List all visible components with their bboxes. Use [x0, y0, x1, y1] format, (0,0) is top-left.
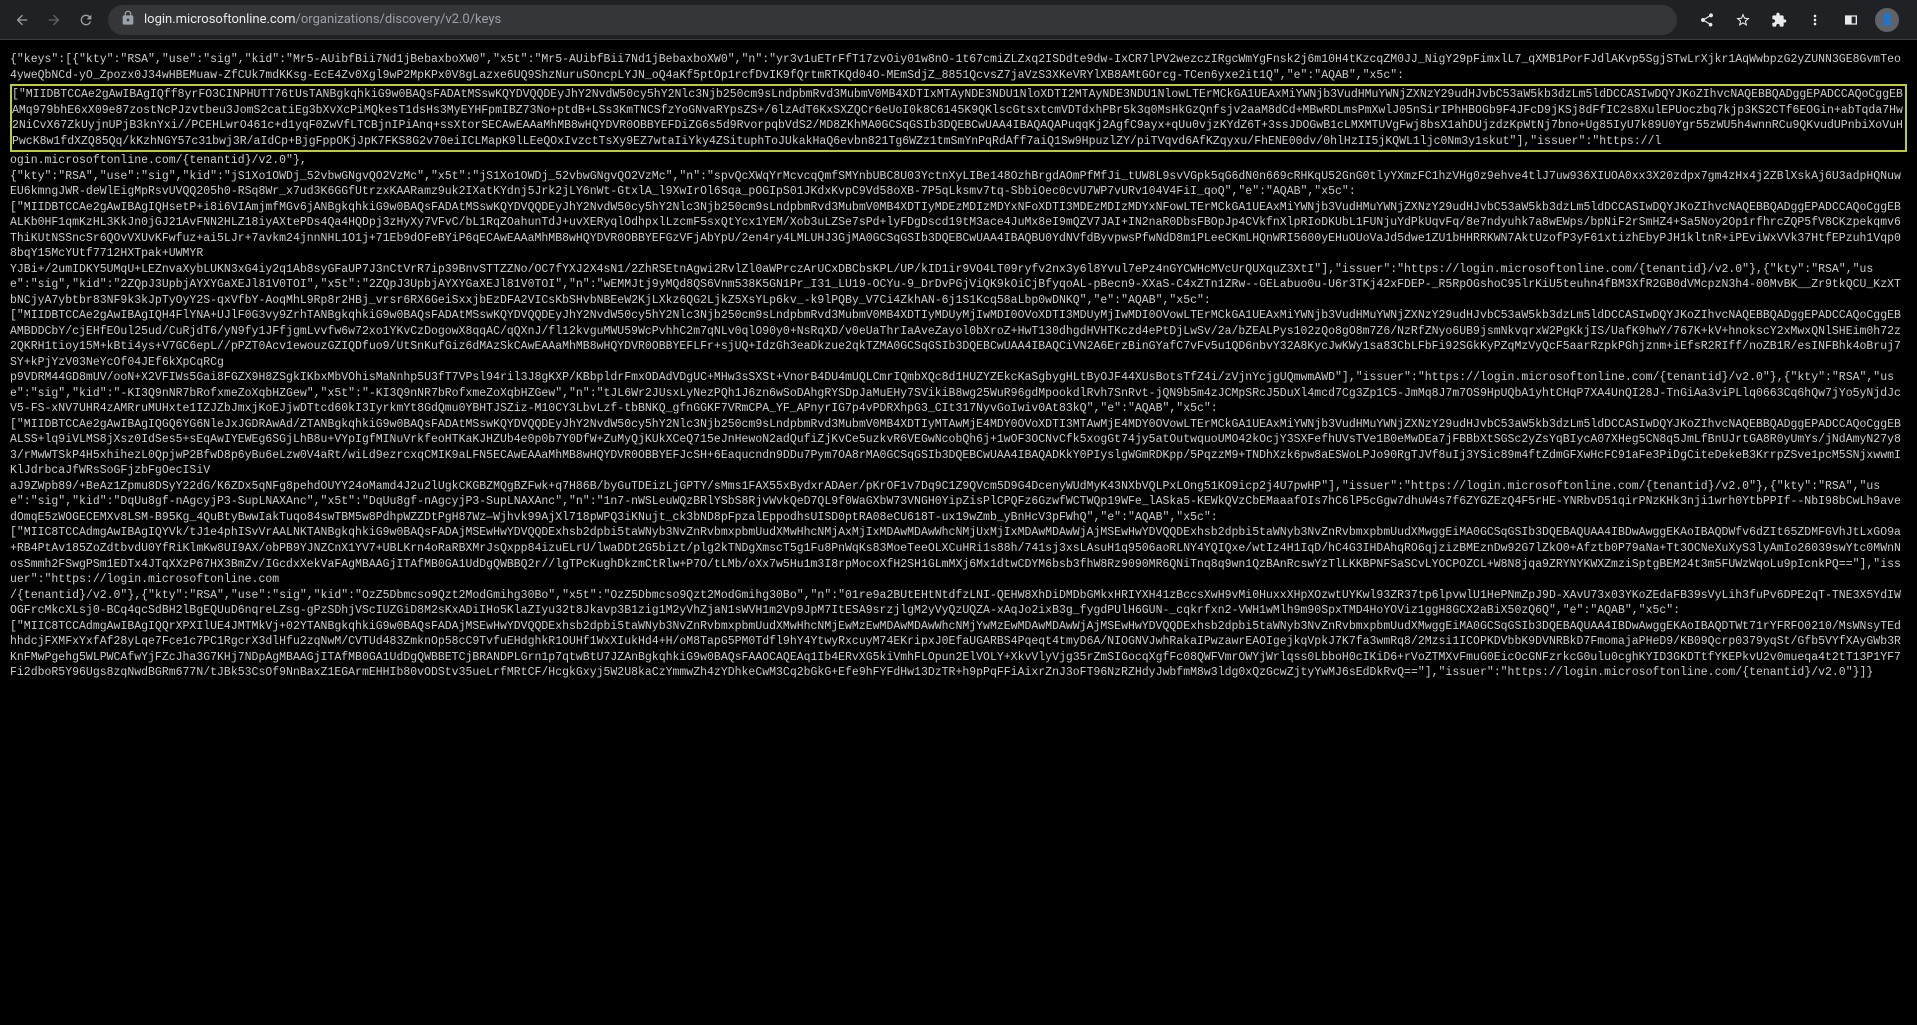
json-suffix-5: /{tenantid}/v2.0"},{"kty":"RSA","use":"s… — [10, 589, 1901, 680]
url-path: /organizations/discovery/v2.0/keys — [296, 12, 502, 27]
star-icon — [1735, 12, 1751, 28]
lock-icon — [120, 10, 136, 30]
nav-buttons — [8, 6, 100, 34]
bookmark-button[interactable] — [1729, 6, 1757, 34]
avatar-icon: 👤 — [1875, 8, 1899, 32]
share-icon — [1699, 12, 1715, 28]
reload-button[interactable] — [72, 6, 100, 34]
extensions-button[interactable] — [1765, 6, 1793, 34]
menu-button[interactable] — [1801, 6, 1829, 34]
profile-button[interactable]: 👤 — [1873, 6, 1901, 34]
json-suffix-3: p9VDRM44GD8mUV/ooN+X2VFIWs5Gai8FGZX9H8ZS… — [10, 371, 1901, 477]
toolbar-icons: 👤 — [1685, 6, 1909, 34]
json-suffix-1: ogin.microsoftonline.com/{tenantid}/v2.0… — [10, 154, 1901, 260]
back-button[interactable] — [8, 6, 36, 34]
address-bar[interactable]: login.microsoftonline.com/organizations/… — [108, 5, 1677, 35]
json-prefix: {"keys":[{"kty":"RSA","use":"sig","kid":… — [10, 53, 1901, 82]
share-button[interactable] — [1693, 6, 1721, 34]
arrow-right-icon — [46, 12, 62, 28]
highlighted-cert: ["MIIDBTCCAe2gAwIBAgIQff8yrFO3CINPHUTT76… — [10, 84, 1907, 152]
browser-toolbar: login.microsoftonline.com/organizations/… — [0, 0, 1917, 40]
arrow-left-icon — [14, 12, 30, 28]
puzzle-icon — [1771, 12, 1787, 28]
dots-vertical-icon — [1807, 12, 1823, 28]
json-suffix-4: aJ9ZWpb89/+BeAz1Zpmu8DSyY22dG/K6ZDx5qNFg… — [10, 480, 1901, 586]
forward-button[interactable] — [40, 6, 68, 34]
json-suffix-2: YJBi+/2umIDKY5UMqU+LEZnvaXybLUKN3xG4iy2q… — [10, 263, 1901, 369]
page-content: {"keys":[{"kty":"RSA","use":"sig","kid":… — [0, 40, 1917, 1025]
sidepanel-button[interactable] — [1837, 6, 1865, 34]
sidepanel-icon — [1843, 12, 1859, 28]
url-host: login.microsoftonline.com — [144, 12, 296, 27]
reload-icon — [78, 12, 94, 28]
